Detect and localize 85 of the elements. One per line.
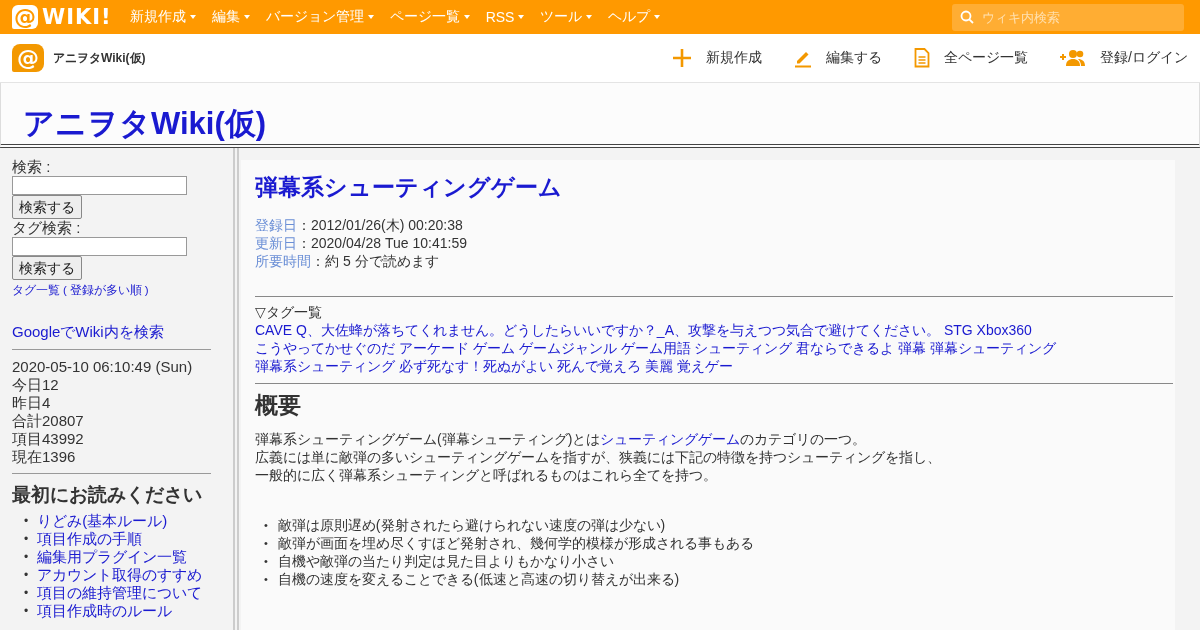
paren: ) xyxy=(144,283,149,297)
tag-link[interactable]: アーケード xyxy=(398,340,469,356)
bullet: • xyxy=(24,603,29,620)
link[interactable]: シューティングゲーム xyxy=(600,431,741,447)
bullet: • xyxy=(24,567,29,584)
section-heading: 概要 xyxy=(255,391,302,420)
caret-icon xyxy=(463,15,470,19)
search-input[interactable]: ウィキ内検索 xyxy=(980,8,1174,26)
sidebar-link[interactable]: 編集用プラグイン一覧 xyxy=(37,548,188,566)
bullet: • xyxy=(264,518,268,533)
document-icon xyxy=(914,48,931,68)
tag-link[interactable]: 覚えゲー xyxy=(676,358,733,374)
meta-label: 登録日 xyxy=(255,217,297,233)
site-name[interactable]: アニヲタWiki(仮) xyxy=(53,49,146,67)
tag-link[interactable]: 弾幕シューティング xyxy=(930,340,1057,356)
counter-text: 項目43992 xyxy=(12,430,85,448)
paragraph: 弾幕系シューティングゲーム(弾幕シューティング)とはシューティングゲームのカテゴリの一つ。 広義には単に敵弾の多いシューティングゲームを指すが、狭義には下記の特徴を持つシューティングを指し、 一般的に広く弾幕系シューティングと呼ばれるものはこれら全てを持つ。 xyxy=(255,430,942,484)
plus-icon xyxy=(672,48,693,68)
tag-link[interactable]: Q、大佐蜂が落ちてくれません。どうしたらいいですか？_A、攻撃を与えつつ気合で避けてください。 xyxy=(296,322,940,338)
caret-icon xyxy=(243,15,250,19)
counter-text: 合計20807 xyxy=(12,412,85,430)
counter-text: 昨日4 xyxy=(12,394,52,412)
bullet: • xyxy=(264,572,268,587)
tag-list-heading: ▽タグ一覧 xyxy=(255,303,323,321)
caret-icon xyxy=(586,15,593,19)
tag-link[interactable]: シューティング xyxy=(694,340,793,356)
add-user-icon xyxy=(1060,49,1087,67)
tag-link[interactable]: STG xyxy=(943,322,973,338)
tag-search-button[interactable]: 検索する xyxy=(12,256,82,280)
sidebar-link[interactable]: りどみ(基本ルール) xyxy=(37,512,168,530)
search-label: 検索 : xyxy=(12,158,52,176)
search-icon xyxy=(960,10,974,24)
caret-icon xyxy=(518,15,525,19)
meta-label: 更新日 xyxy=(255,235,297,251)
tag-list-link[interactable]: タグ一覧 xyxy=(12,283,60,297)
tag-link[interactable]: CAVE xyxy=(255,322,293,338)
meta-value: ：2012/01/26(木) 00:20:38 xyxy=(297,217,463,233)
counter-text: 2020-05-10 06:10:49 (Sun) xyxy=(12,358,194,376)
bullet: • xyxy=(24,585,29,602)
tag-search-field[interactable] xyxy=(12,237,187,256)
tag-link[interactable]: こうやってかせぐのだ xyxy=(255,340,395,356)
tag-link[interactable]: ゲーム xyxy=(472,340,515,356)
bullet: • xyxy=(264,554,268,569)
sidebar-link[interactable]: 項目作成の手順 xyxy=(37,530,143,548)
list-item: 自機の速度を変えることできる(低速と高速の切り替えが出来る) xyxy=(277,570,680,589)
tag-link[interactable]: Xbox360 xyxy=(976,322,1032,338)
sidebar-link[interactable]: 項目の維持管理について xyxy=(37,584,203,602)
tag-link[interactable]: 死んで覚えろ xyxy=(556,358,641,374)
caret-icon xyxy=(189,15,196,19)
sidebar-link[interactable]: アカウント取得のすすめ xyxy=(37,566,203,584)
search-button[interactable]: 検索する xyxy=(12,195,82,219)
caret-icon xyxy=(367,15,374,19)
paren: ( xyxy=(63,283,67,297)
search-field[interactable] xyxy=(12,176,187,195)
header-action[interactable]: 全ページ一覧 xyxy=(914,48,1029,68)
counter-text: 今日12 xyxy=(12,376,60,394)
tag-link[interactable]: 君ならできるよ xyxy=(796,340,895,356)
list-item: 敵弾は原則遅め(発射されたら避けられない速度の弾は少ない) xyxy=(277,516,666,535)
bullet: • xyxy=(24,531,29,548)
header-action[interactable]: 新規作成 xyxy=(672,48,763,68)
tag-link[interactable]: 弾幕系シューティング xyxy=(255,358,395,374)
meta-value: ：2020/04/28 Tue 10:41:59 xyxy=(297,235,467,251)
meta-label: 所要時間 xyxy=(255,253,311,269)
search-field[interactable]: ウィキ内検索 xyxy=(952,3,1184,31)
tag-search-label: タグ検索 : xyxy=(12,219,82,237)
bullet: • xyxy=(264,536,268,551)
sidebar-link[interactable]: 項目作成時のルール xyxy=(37,602,173,620)
list-item: 自機や敵弾の当たり判定は見た目よりもかなり小さい xyxy=(277,552,614,571)
caret-icon xyxy=(654,15,661,19)
tag-link[interactable]: 美麗 xyxy=(644,358,673,374)
tag-link[interactable]: ゲームジャンル xyxy=(518,340,617,356)
counter-text: 現在1396 xyxy=(12,448,77,466)
header-action[interactable]: 編集する xyxy=(794,48,883,68)
popular-tags-link[interactable]: 登録が多い順 xyxy=(69,283,142,297)
tag-link[interactable]: 弾幕 xyxy=(898,340,927,356)
header-action[interactable]: 登録/ログイン xyxy=(1060,49,1188,67)
tag-link[interactable]: 必ず死なす！死ぬがよい xyxy=(398,358,553,374)
tag-link[interactable]: ゲーム用語 xyxy=(620,340,691,356)
section-heading: 最初にお読みください xyxy=(12,486,203,504)
article-title: 弾幕系シューティングゲーム xyxy=(255,173,563,202)
bullet: • xyxy=(24,513,29,530)
list-item: 敵弾が画面を埋め尽くすほど発射され、幾何学的模様が形成される事もある xyxy=(277,534,754,553)
meta-value: ：約 5 分で読めます xyxy=(311,253,439,269)
bullet: • xyxy=(24,549,29,566)
google-search-link[interactable]: GoogleでWiki内を検索 xyxy=(12,323,211,350)
